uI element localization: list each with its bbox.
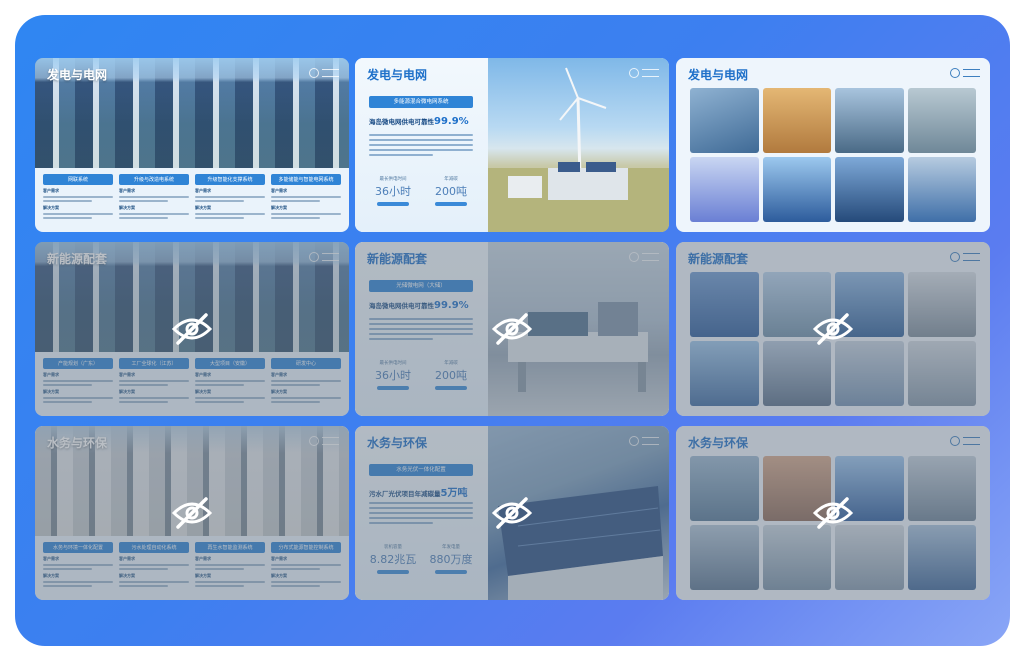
solution-box: 升级与改造电系统 客户需求 解决方案: [119, 174, 189, 226]
slide-thumbnail-3[interactable]: 发电与电网: [676, 58, 990, 232]
slide-thumbnail-1[interactable]: 发电与电网 网联系统 客户需求 解决方案 升级与改造电系统 客户需求 解决方案 …: [35, 58, 349, 232]
solution-box: 升级智能化支撑系统 客户需求 解决方案: [195, 174, 265, 226]
headline: 海岛微电网供电可靠性99.9%: [369, 116, 469, 127]
slide-thumbnail-4[interactable]: 新能源配套 产能规划（广东） 客户需求 解决方案 工厂全球化（江苏） 客户需求 …: [35, 242, 349, 416]
slide-thumbnail-8[interactable]: 水务与环保 水务光伏一体化配置 污水厂光伏项目年减碳量5万吨 装机容量 8.82…: [355, 426, 669, 600]
brand-logo: [950, 66, 980, 80]
eye-slash-icon[interactable]: [490, 497, 534, 529]
photo-tile: [907, 88, 976, 153]
solution-tag: 多能源混合微电网系统: [369, 96, 473, 108]
solution-box-header: 多能储能与智能电网系统: [271, 174, 341, 185]
wind-turbine-scene: [488, 67, 669, 232]
eye-slash-icon[interactable]: [490, 313, 534, 345]
eye-slash-icon[interactable]: [811, 497, 855, 529]
eye-slash-icon[interactable]: [170, 313, 214, 345]
solution-box-header: 升级与改造电系统: [119, 174, 189, 185]
photo-tile: [907, 157, 976, 222]
photo-tile: [690, 88, 759, 153]
slide-overview-canvas: 发电与电网 网联系统 客户需求 解决方案 升级与改造电系统 客户需求 解决方案 …: [15, 15, 1010, 646]
slide-thumbnail-7[interactable]: 水务与环保 水务与环境一体化配置 客户需求 解决方案 污水处理自动化系统 客户需…: [35, 426, 349, 600]
slide-thumbnail-5[interactable]: 新能源配套 光储微电网（大储） 海岛微电网供电可靠性99.9% 最长供电时间 3…: [355, 242, 669, 416]
brand-logo: [309, 66, 339, 80]
slide-photo: [488, 58, 669, 232]
photo-tile: [762, 88, 831, 153]
slide-title: 发电与电网: [367, 68, 428, 82]
photo-tile: [835, 88, 904, 153]
photo-tile: [762, 157, 831, 222]
stat-block: 最长供电时间 36小时: [367, 176, 419, 206]
stat-block: 年减碳 200吨: [425, 176, 477, 206]
brand-logo: [629, 66, 659, 80]
solution-box: 多能储能与智能电网系统 客户需求 解决方案: [271, 174, 341, 226]
slide-thumbnail-6[interactable]: 新能源配套: [676, 242, 990, 416]
photo-tile: [835, 157, 904, 222]
solution-box: 网联系统 客户需求 解决方案: [43, 174, 113, 226]
slide-thumbnail-9[interactable]: 水务与环保: [676, 426, 990, 600]
slide-title: 发电与电网: [47, 68, 108, 82]
photo-tile: [690, 157, 759, 222]
solution-box-header: 升级智能化支撑系统: [195, 174, 265, 185]
slide-title: 发电与电网: [688, 68, 749, 82]
eye-slash-icon[interactable]: [170, 497, 214, 529]
solution-box-header: 网联系统: [43, 174, 113, 185]
eye-slash-icon[interactable]: [811, 313, 855, 345]
slide-thumbnail-2[interactable]: 发电与电网 多能源混合微电网系统 海岛微电网供电可靠性99.9% 最长供电时间 …: [355, 58, 669, 232]
